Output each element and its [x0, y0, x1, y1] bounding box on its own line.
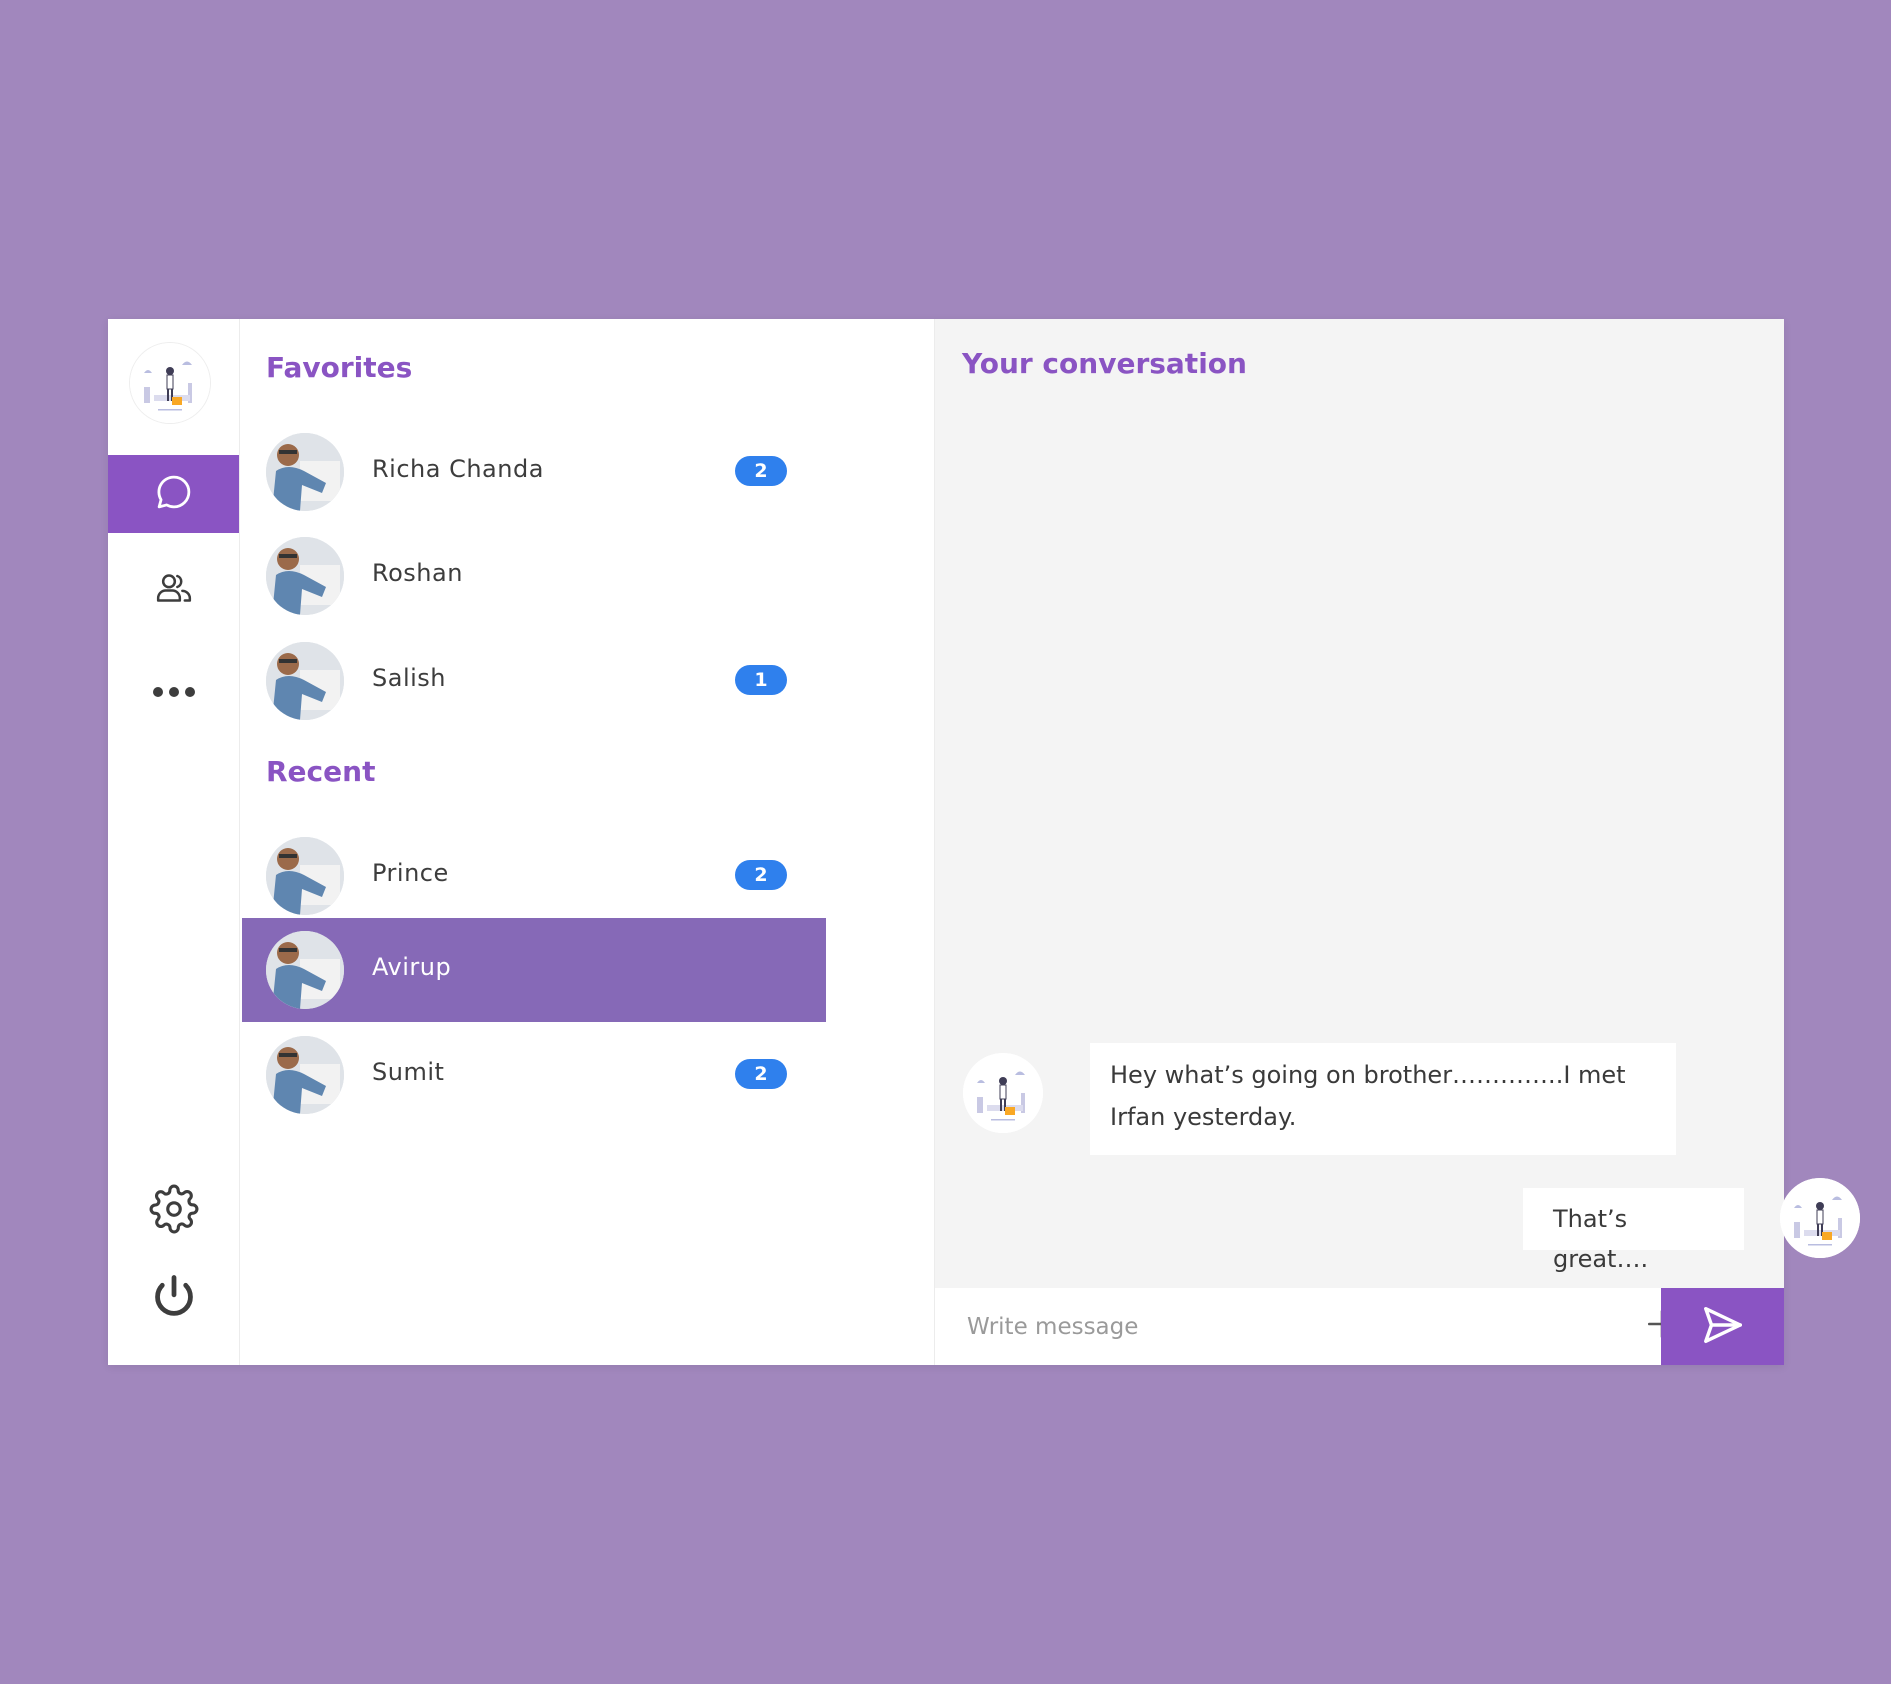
chat-app-window: Favorites Richa Chanda 2 Roshan Salish 1…	[108, 319, 1860, 1365]
contact-name: Sumit	[372, 1058, 445, 1086]
avatar	[266, 931, 344, 1009]
contact-name: Roshan	[372, 559, 463, 587]
my-avatar	[1780, 1178, 1860, 1258]
message-composer	[935, 1288, 1784, 1365]
unread-badge: 2	[735, 456, 787, 486]
avatar	[266, 1036, 344, 1114]
contact-name: Salish	[372, 664, 446, 692]
conversation-title: Your conversation	[962, 347, 1247, 380]
unread-badge: 1	[735, 665, 787, 695]
favorites-heading: Favorites	[266, 351, 413, 384]
contact-item-roshan[interactable]: Roshan	[242, 524, 826, 628]
settings-nav-button[interactable]	[108, 1172, 239, 1250]
chat-icon	[153, 471, 195, 517]
user-avatar[interactable]	[130, 343, 210, 423]
more-nav-button[interactable]	[108, 653, 239, 731]
contact-name: Avirup	[372, 953, 452, 981]
contact-item-avirup[interactable]: Avirup	[242, 918, 826, 1022]
chats-nav-button[interactable]	[108, 455, 239, 533]
message-bubble-outgoing: That’s great….	[1523, 1188, 1744, 1273]
contact-item-salish[interactable]: Salish 1	[242, 629, 826, 733]
avatar	[266, 433, 344, 511]
contact-name: Prince	[372, 859, 449, 887]
avatar	[266, 537, 344, 615]
send-icon	[1700, 1302, 1746, 1352]
recent-heading: Recent	[266, 755, 376, 788]
power-icon	[148, 1271, 200, 1327]
contact-item-sumit[interactable]: Sumit 2	[242, 1023, 826, 1127]
contact-item-richa-chanda[interactable]: Richa Chanda 2	[242, 420, 826, 524]
contact-item-prince[interactable]: Prince 2	[242, 824, 826, 928]
contacts-panel: Favorites Richa Chanda 2 Roshan Salish 1…	[240, 319, 935, 1365]
logout-button[interactable]	[108, 1260, 239, 1338]
unread-badge: 2	[735, 1059, 787, 1089]
sender-avatar	[963, 1053, 1043, 1133]
message-bubble-incoming: Hey what’s going on brother…………..I met I…	[1090, 1043, 1676, 1155]
avatar	[266, 837, 344, 915]
settings-icon	[149, 1184, 199, 1238]
message-input[interactable]	[965, 1306, 1619, 1348]
icon-rail	[108, 319, 240, 1365]
send-button[interactable]	[1661, 1288, 1784, 1365]
contacts-icon	[154, 568, 194, 612]
contact-name: Richa Chanda	[372, 455, 544, 483]
unread-badge: 2	[735, 860, 787, 890]
avatar	[266, 642, 344, 720]
more-icon	[152, 683, 196, 702]
contacts-nav-button[interactable]	[108, 551, 239, 629]
conversation-panel: Your conversation Hey what’s going on br…	[935, 319, 1860, 1365]
